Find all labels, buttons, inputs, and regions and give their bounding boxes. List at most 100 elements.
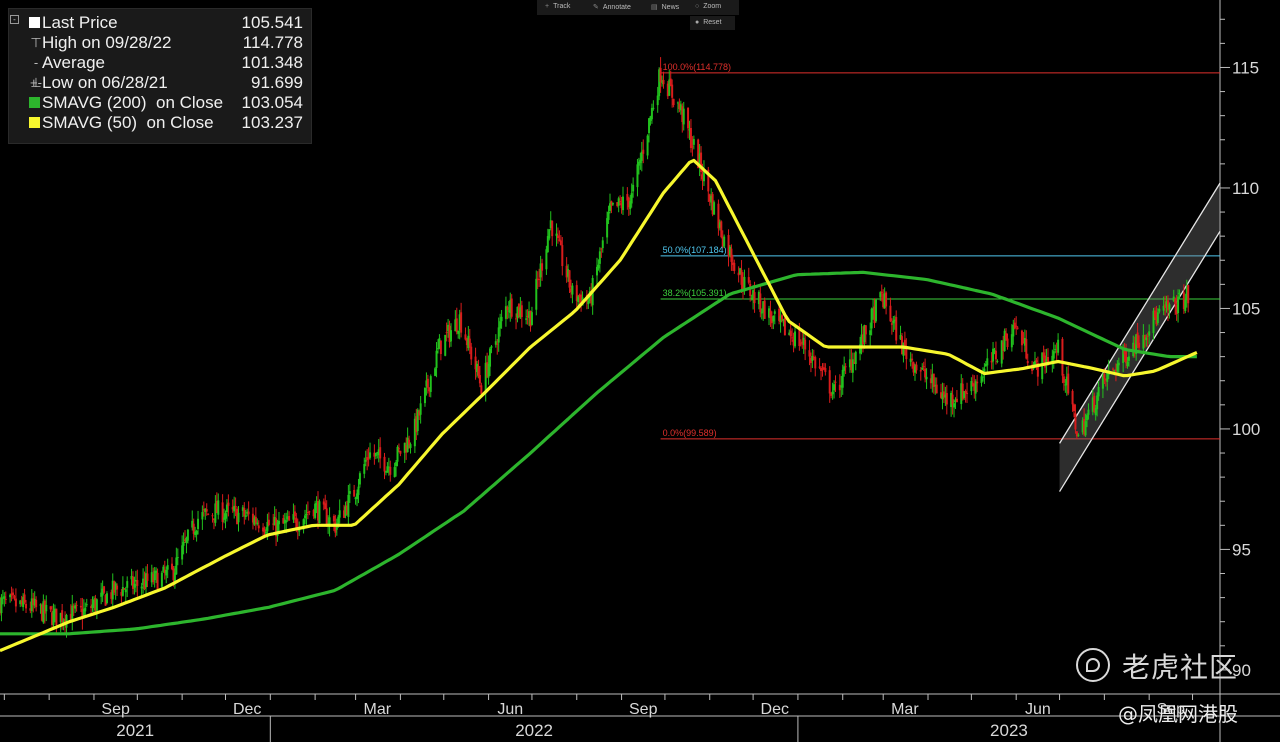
up-candle-body	[1184, 299, 1187, 312]
up-candle-body	[606, 218, 609, 238]
down-candle-body	[1025, 339, 1028, 359]
track-button[interactable]: + Track	[545, 3, 570, 10]
up-candle-body	[986, 358, 989, 366]
down-candle-body	[332, 515, 335, 522]
channel-boundary-line	[1058, 230, 1221, 492]
up-candle-body	[52, 611, 55, 625]
fib-level-label: 0.0%(99.589)	[663, 428, 717, 438]
down-candle-body	[13, 596, 16, 598]
up-candle-body	[264, 531, 267, 534]
x-month-label: Mar	[363, 701, 391, 718]
down-candle-body	[1138, 342, 1141, 348]
down-candle-body	[49, 606, 52, 610]
up-candle-body	[1177, 296, 1180, 314]
down-candle-body	[399, 450, 402, 454]
up-candle-body	[545, 249, 548, 270]
up-candle-body	[874, 299, 877, 322]
down-candle-body	[885, 292, 888, 307]
up-candle-body	[713, 202, 716, 215]
down-candle-body	[951, 394, 954, 405]
up-candle-body	[160, 572, 163, 587]
down-candle-body	[834, 381, 837, 383]
legend-label: High on 09/28/22	[42, 33, 172, 52]
up-candle-body	[925, 376, 928, 380]
down-candle-body	[905, 347, 908, 360]
up-candle-body	[1097, 387, 1100, 397]
up-candle-body	[201, 512, 204, 520]
up-candle-body	[363, 464, 366, 474]
up-candle-body	[348, 491, 351, 494]
up-candle-body	[548, 229, 551, 239]
zoom-label: Zoom	[703, 3, 722, 10]
up-candle-body	[1096, 395, 1099, 410]
down-candle-body	[864, 325, 867, 335]
down-candle-body	[136, 580, 139, 586]
up-candle-body	[1077, 434, 1080, 436]
up-candle-body	[743, 276, 746, 288]
up-candle-body	[811, 355, 814, 361]
pencil-icon: ✎	[593, 4, 599, 11]
up-candle-body	[497, 327, 500, 343]
crosshair-icon: +	[545, 3, 550, 10]
down-candle-body	[964, 390, 967, 394]
down-candle-body	[478, 375, 481, 384]
down-candle-body	[325, 508, 328, 526]
down-candle-body	[919, 370, 922, 372]
down-candle-body	[730, 248, 733, 262]
up-candle-body	[650, 107, 653, 120]
up-candle-body	[1084, 421, 1087, 436]
up-candle-body	[347, 494, 350, 517]
up-candle-body	[723, 236, 726, 247]
up-candle-body	[996, 360, 999, 362]
down-candle-body	[924, 368, 927, 378]
x-month-label: Jun	[497, 701, 523, 718]
down-candle-body	[1187, 285, 1190, 304]
up-candle-body	[831, 391, 834, 395]
up-candle-body	[393, 467, 396, 478]
reset-button[interactable]: ● Reset	[690, 16, 735, 30]
annotate-button[interactable]: ✎ Annotate	[593, 3, 631, 11]
down-candle-body	[480, 385, 483, 394]
up-candle-body	[304, 515, 306, 519]
zoom-button[interactable]: ○ Zoom	[695, 3, 721, 10]
up-candle-body	[429, 376, 432, 392]
up-candle-body	[182, 541, 185, 546]
down-candle-body	[324, 503, 327, 510]
x-year-label: 2021	[116, 721, 154, 740]
down-candle-body	[267, 519, 270, 526]
down-candle-body	[295, 517, 298, 528]
down-candle-body	[720, 221, 723, 238]
x-month-label: Sep	[101, 701, 130, 718]
legend-label: SMAVG (200) on Close	[42, 93, 224, 112]
down-candle-body	[75, 604, 78, 606]
down-candle-body	[1067, 373, 1070, 394]
down-candle-body	[116, 585, 119, 590]
news-icon: ▤	[651, 4, 658, 11]
up-candle-body	[490, 346, 493, 348]
up-candle-body	[632, 184, 635, 192]
up-candle-body	[364, 459, 367, 462]
down-candle-body	[808, 350, 811, 357]
up-candle-body	[601, 240, 604, 249]
down-candle-body	[976, 381, 979, 384]
down-candle-body	[383, 456, 386, 472]
legend-label: Average	[42, 53, 106, 72]
down-candle-body	[1174, 298, 1177, 305]
up-candle-body	[277, 520, 280, 525]
down-candle-body	[23, 594, 26, 603]
up-candle-body	[1148, 331, 1151, 336]
legend-value: 91.699	[251, 73, 303, 92]
down-candle-body	[308, 511, 311, 513]
fib-level-label: 50.0%(107.184)	[663, 245, 727, 255]
down-candle-body	[753, 292, 756, 304]
down-candle-body	[889, 305, 892, 322]
fib-level-label: 100.0%(114.778)	[663, 62, 731, 72]
x-month-label: Dec	[761, 701, 789, 718]
down-candle-body	[922, 366, 925, 368]
down-candle-body	[911, 358, 914, 361]
down-candle-body	[642, 149, 645, 154]
down-candle-body	[254, 516, 257, 524]
news-button[interactable]: ▤ News	[651, 3, 679, 11]
down-candle-body	[247, 511, 250, 515]
up-candle-body	[237, 512, 240, 523]
